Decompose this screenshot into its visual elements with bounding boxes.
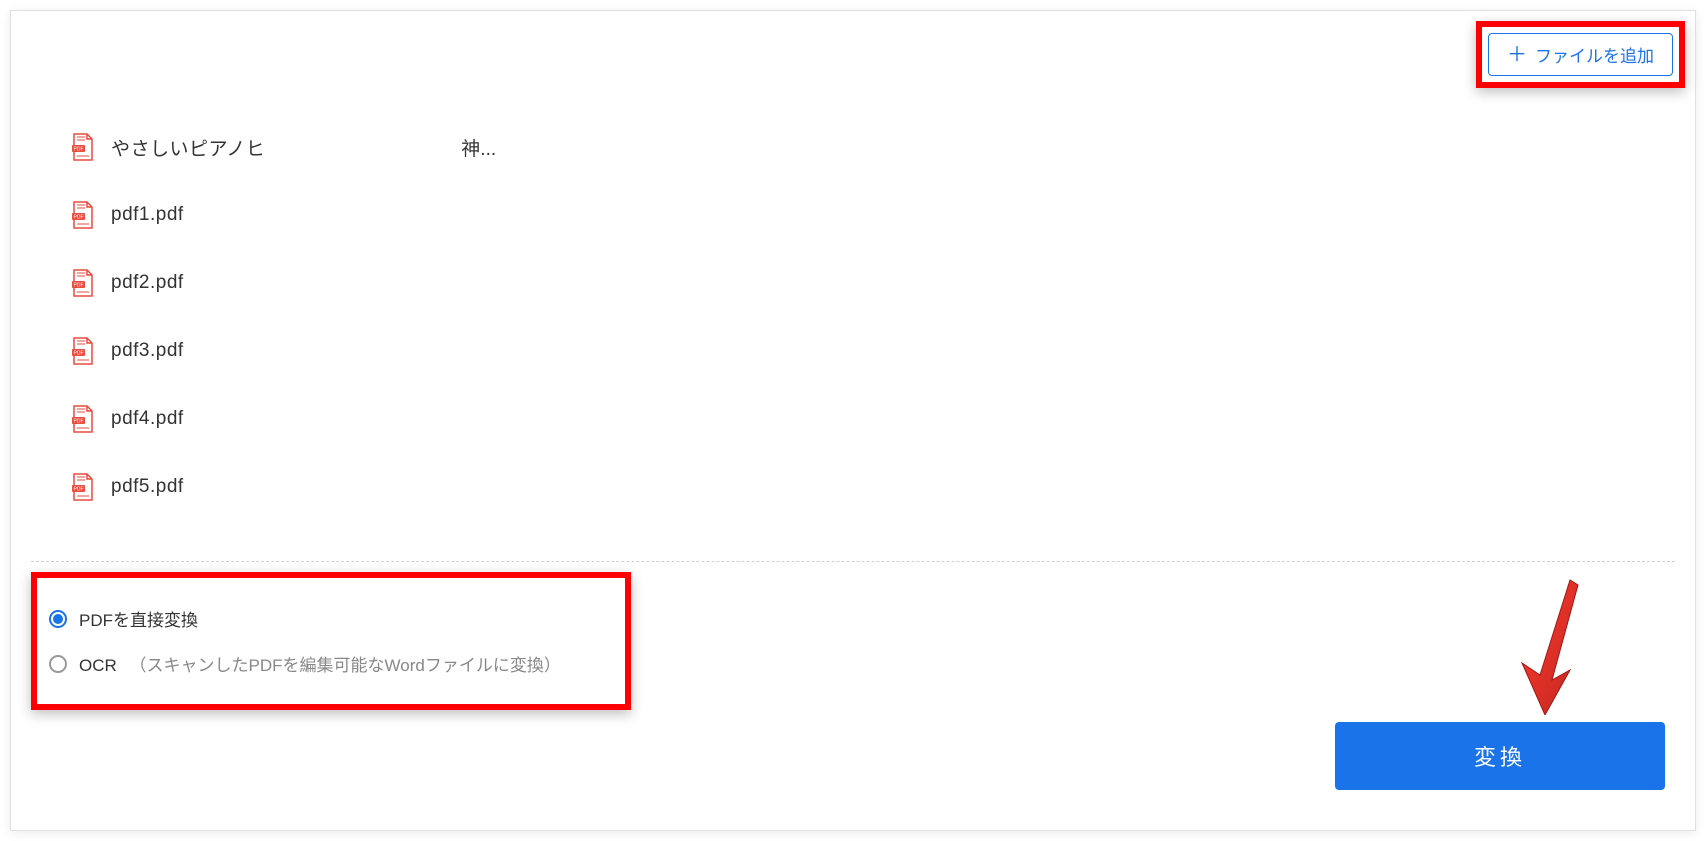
radio-ocr-convert[interactable]: OCR （スキャンしたPDFを編集可能なWordファイルに変換） xyxy=(49,641,605,686)
pdf-icon: PDF xyxy=(71,201,95,229)
arrow-annotation-icon xyxy=(1510,575,1590,715)
footer: PDFを直接変換 OCR （スキャンしたPDFを編集可能なWordファイルに変換… xyxy=(11,562,1695,830)
convert-label: 変換 xyxy=(1474,745,1526,770)
file-name: pdf3.pdf xyxy=(111,340,184,362)
file-name: pdf2.pdf xyxy=(111,272,184,294)
add-file-label: ファイルを追加 xyxy=(1535,42,1654,67)
pdf-icon: PDF xyxy=(71,405,95,433)
radio-ocr-label: OCR （スキャンしたPDFを編集可能なWordファイルに変換） xyxy=(79,651,561,676)
header: ＋ ファイルを追加 xyxy=(11,11,1695,93)
radio-ocr-detail: （スキャンしたPDFを編集可能なWordファイルに変換） xyxy=(130,656,561,675)
pdf-icon: PDF xyxy=(71,473,95,501)
file-item[interactable]: PDF pdf3.pdf xyxy=(71,317,1635,385)
pdf-icon: PDF xyxy=(71,133,95,161)
pdf-icon: PDF xyxy=(71,337,95,365)
svg-text:PDF: PDF xyxy=(74,215,84,221)
file-item[interactable]: PDF やさしいピアノヒ 神... xyxy=(71,113,1635,181)
svg-text:PDF: PDF xyxy=(74,147,84,153)
radio-unselected-icon xyxy=(49,655,67,673)
file-item[interactable]: PDF pdf4.pdf xyxy=(71,385,1635,453)
svg-text:PDF: PDF xyxy=(74,351,84,357)
radio-direct-label: PDFを直接変換 xyxy=(79,606,198,631)
svg-text:PDF: PDF xyxy=(74,419,84,425)
add-file-highlight-box: ＋ ファイルを追加 xyxy=(1476,21,1685,88)
svg-text:PDF: PDF xyxy=(74,283,84,289)
file-name-suffix: 神... xyxy=(461,134,496,161)
main-panel: ＋ ファイルを追加 PDF やさしいピアノヒ 神... PDF pdf1.pdf… xyxy=(10,10,1696,831)
file-name: pdf5.pdf xyxy=(111,476,184,498)
add-file-button[interactable]: ＋ ファイルを追加 xyxy=(1488,33,1673,76)
radio-selected-icon xyxy=(49,610,67,628)
svg-text:PDF: PDF xyxy=(74,487,84,493)
file-item[interactable]: PDF pdf5.pdf xyxy=(71,453,1635,521)
file-item[interactable]: PDF pdf2.pdf xyxy=(71,249,1635,317)
convert-button[interactable]: 変換 xyxy=(1335,722,1665,790)
file-name: やさしいピアノヒ xyxy=(111,134,265,161)
pdf-icon: PDF xyxy=(71,269,95,297)
file-name: pdf4.pdf xyxy=(111,408,184,430)
file-list: PDF やさしいピアノヒ 神... PDF pdf1.pdf PDF pdf2.… xyxy=(11,93,1695,561)
file-item[interactable]: PDF pdf1.pdf xyxy=(71,181,1635,249)
radio-direct-convert[interactable]: PDFを直接変換 xyxy=(49,596,605,641)
file-name: pdf1.pdf xyxy=(111,204,184,226)
options-highlight-box: PDFを直接変換 OCR （スキャンしたPDFを編集可能なWordファイルに変換… xyxy=(31,572,631,710)
plus-icon: ＋ xyxy=(1507,45,1527,65)
